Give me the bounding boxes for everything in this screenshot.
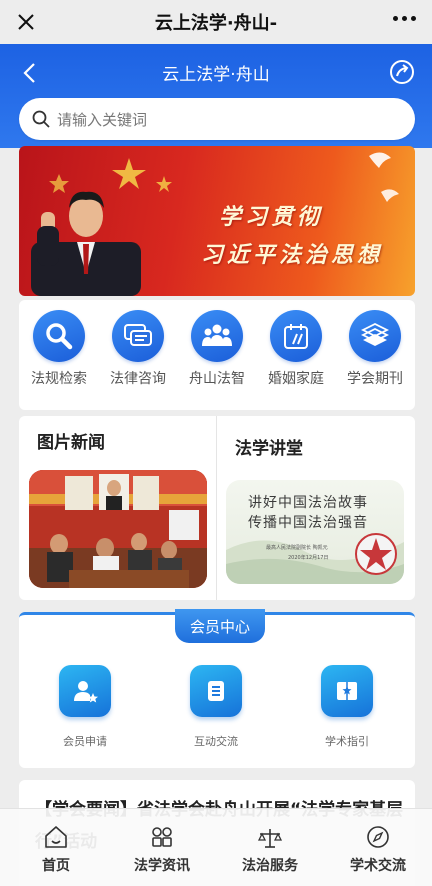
quick-link-marriage-family[interactable]: 婚姻家庭 — [256, 310, 336, 388]
more-icon[interactable] — [393, 16, 416, 21]
calendar-icon — [284, 324, 308, 349]
quick-link-legal-consult[interactable]: 法律咨询 — [98, 310, 178, 388]
lecture-title[interactable]: 法学讲堂 — [235, 434, 303, 459]
nav-academic-exchange[interactable]: 学术交流 — [328, 823, 428, 875]
banner-line-2: 习近平法治思想 — [201, 242, 384, 268]
compass-icon — [367, 826, 389, 848]
search-placeholder: 请输入关键词 — [57, 110, 148, 129]
member-item-label: 会员申请 — [63, 735, 107, 748]
quick-link-label: 学会期刊 — [347, 371, 403, 387]
nav-label: 法治服务 — [242, 858, 298, 874]
header-title: 云上法学·舟山 — [162, 65, 270, 85]
quick-link-zhoushan-wisdom[interactable]: 舟山法智 — [177, 310, 257, 388]
home-icon — [45, 826, 67, 848]
search-icon — [46, 323, 73, 350]
banner-line-1: 学习贯彻 — [219, 204, 324, 230]
divider — [216, 416, 217, 600]
nav-label: 学术交流 — [350, 858, 406, 874]
scales-icon — [257, 829, 283, 848]
document-icon — [208, 681, 224, 701]
wechat-page-title: 云上法学·舟山- — [154, 13, 278, 34]
lecture-line-1: 讲好中国法治故事 — [248, 495, 368, 511]
nav-legal-news[interactable]: 法学资讯 — [112, 823, 212, 875]
quick-links-card: 法规检索 法律咨询 舟山法智 婚姻家庭 学会期刊 — [19, 300, 415, 410]
share-icon[interactable] — [388, 58, 416, 86]
search-input[interactable]: 请输入关键词 — [19, 98, 415, 140]
member-item-label: 互动交流 — [194, 735, 238, 748]
bottom-nav: 首页 法学资讯 法治服务 学术交流 — [0, 808, 432, 886]
chat-icon — [124, 324, 152, 346]
close-icon[interactable] — [12, 8, 40, 36]
group-icon — [202, 324, 232, 346]
journal-icon — [360, 322, 390, 346]
user-star-icon — [74, 681, 98, 703]
nav-label: 法学资讯 — [134, 858, 190, 874]
quick-link-law-search[interactable]: 法规检索 — [19, 310, 99, 388]
news-card: 图片新闻 法学讲堂 讲好中国法治故事 传播中国法治强音 最高人民法院副院长 陶凯… — [19, 416, 415, 600]
member-item-label: 学术指引 — [325, 735, 369, 748]
news-photo-illustration — [29, 470, 207, 588]
nav-legal-service[interactable]: 法治服务 — [220, 823, 320, 875]
wechat-top-bar: 云上法学·舟山- — [0, 0, 432, 44]
photo-news-image[interactable] — [29, 470, 207, 588]
grid-icon — [152, 827, 172, 847]
quick-link-label: 法律咨询 — [110, 371, 166, 387]
quick-link-label: 法规检索 — [31, 371, 87, 387]
member-apply-button[interactable]: 会员申请 — [35, 665, 135, 749]
search-icon — [32, 110, 50, 128]
quick-link-label: 舟山法智 — [189, 371, 245, 387]
banner-slogan: 学习贯彻 习近平法治思想 — [201, 198, 383, 274]
lecture-image[interactable]: 讲好中国法治故事 传播中国法治强音 最高人民法院副院长 陶凯元 2020年12月… — [226, 480, 404, 584]
banner[interactable]: 学习贯彻 习近平法治思想 — [19, 146, 415, 296]
quick-link-label: 婚姻家庭 — [268, 371, 324, 387]
lecture-byline: 最高人民法院副院长 陶凯元 — [266, 545, 328, 551]
lecture-line-2: 传播中国法治强音 — [248, 515, 368, 531]
nav-label: 首页 — [42, 858, 70, 874]
lecture-date: 2020年12月17日 — [288, 555, 329, 561]
photo-news-title[interactable]: 图片新闻 — [37, 428, 105, 453]
academic-guide-button[interactable]: 学术指引 — [297, 665, 397, 749]
member-center-card: 会员中心 会员申请 互动交流 学术指引 — [19, 609, 415, 768]
interactive-exchange-button[interactable]: 互动交流 — [166, 665, 266, 749]
nav-home[interactable]: 首页 — [6, 823, 106, 875]
quick-link-journal[interactable]: 学会期刊 — [335, 310, 415, 388]
member-center-title: 会员中心 — [175, 609, 265, 643]
book-icon — [337, 682, 357, 700]
